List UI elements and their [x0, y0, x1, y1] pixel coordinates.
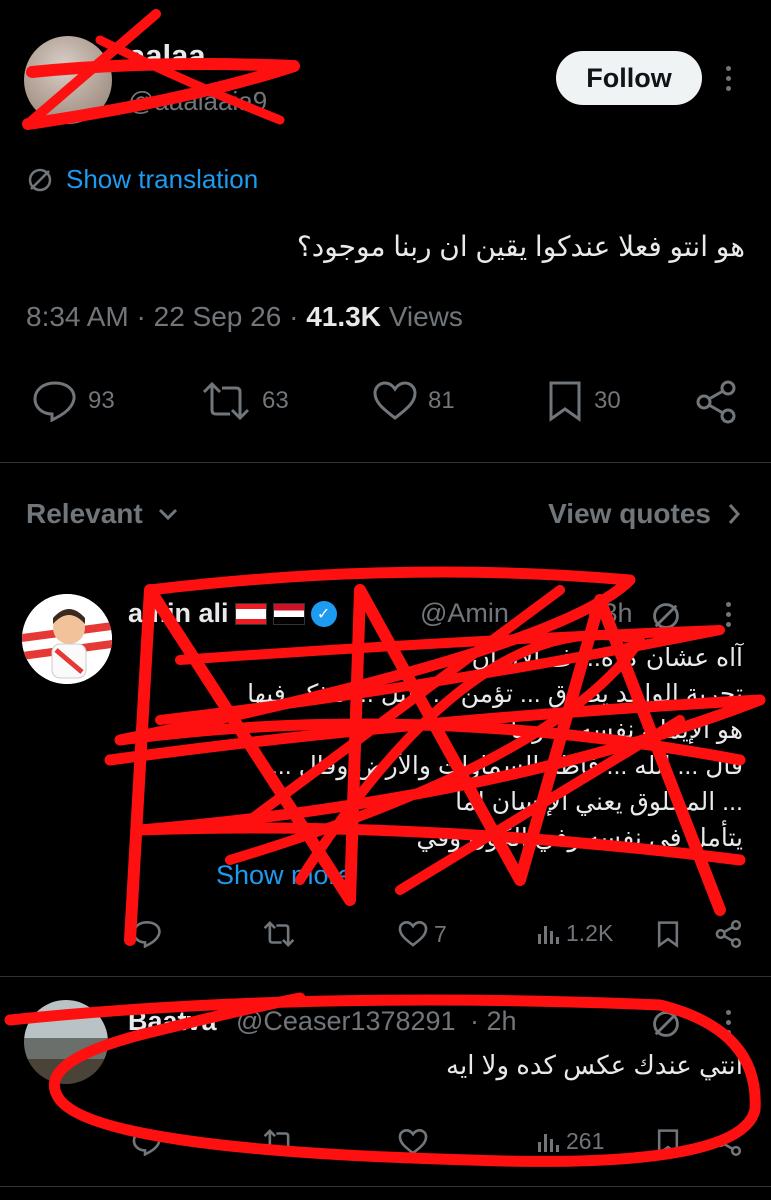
reply-text-line: هو الإيمان نفسه ... ربنا — [510, 716, 743, 744]
views-button[interactable]: 1.2K — [536, 920, 613, 947]
reply-author-handle[interactable]: @Ceaser1378291 — [236, 1006, 456, 1037]
divider — [0, 1186, 771, 1187]
reply-text: انتي عندك عكس كده ولا ايه — [446, 1050, 743, 1080]
translate-icon — [26, 166, 54, 194]
share-icon — [714, 920, 744, 948]
heart-icon — [398, 920, 428, 948]
reply-button[interactable] — [132, 1128, 162, 1156]
views-label: Views — [388, 301, 463, 332]
reply-text-line: قال ... الله ... فاطر السماوات والأرض وق… — [270, 752, 743, 780]
reply-text-line: تجربة الواحد يصدق ... تؤمن ... دليل ... … — [247, 680, 743, 708]
chevron-right-icon — [727, 502, 741, 526]
views-count: 41.3K — [306, 301, 381, 332]
repost-button[interactable] — [262, 920, 296, 948]
bookmark-icon — [546, 380, 584, 422]
reply-icon — [132, 1128, 162, 1156]
reply-text: آاه عشان كده... ف الإيمان تجربة الواحد ي… — [123, 640, 743, 856]
bookmark-button[interactable] — [656, 1128, 680, 1156]
analytics-icon — [536, 922, 560, 946]
like-button[interactable] — [398, 1128, 428, 1156]
share-button[interactable] — [714, 920, 744, 948]
divider — [0, 976, 771, 977]
reply-time[interactable]: · 3h — [586, 598, 633, 629]
reply-time[interactable]: · 2h — [470, 1006, 517, 1037]
reply-count: 93 — [88, 387, 115, 414]
author-display-name[interactable]: aalaa — [128, 38, 206, 74]
divider — [0, 462, 771, 463]
repost-button[interactable]: 63 — [200, 380, 289, 422]
sort-label: Relevant — [26, 498, 143, 529]
reply-button[interactable] — [132, 920, 162, 948]
views-button[interactable]: 261 — [536, 1128, 604, 1155]
flag-icon — [234, 602, 267, 625]
tweet-text: هو انتو فعلا عندكوا يقين ان ربنا موجود؟ — [296, 231, 745, 262]
chevron-down-icon — [157, 507, 179, 521]
views-count: 1.2K — [566, 920, 614, 946]
translate-icon[interactable] — [650, 600, 682, 637]
heart-icon — [372, 380, 418, 422]
tweet-time[interactable]: 8:34 AM — [26, 301, 129, 332]
more-options-icon[interactable] — [723, 66, 733, 91]
reply-button[interactable]: 93 — [32, 380, 115, 422]
show-more-link[interactable]: Show more — [216, 860, 353, 891]
like-button[interactable]: 81 — [372, 380, 455, 422]
repost-icon — [262, 1128, 296, 1156]
sort-relevant-dropdown[interactable]: Relevant — [26, 498, 179, 530]
share-icon — [694, 380, 740, 424]
reply-avatar[interactable] — [22, 594, 112, 684]
like-count: 7 — [434, 920, 447, 947]
reply-author-name[interactable]: amin ali ✓ — [128, 598, 337, 629]
tweet-date[interactable]: 22 Sep 26 — [154, 301, 282, 332]
flag-icon — [272, 602, 305, 625]
reply-icon — [132, 920, 162, 948]
author-avatar[interactable] — [24, 36, 112, 124]
reply-text-line: آاه عشان كده... ف الإيمان — [471, 644, 743, 672]
views-count: 261 — [566, 1128, 605, 1154]
view-quotes-label: View quotes — [548, 498, 711, 529]
analytics-icon — [536, 1130, 560, 1154]
repost-button[interactable] — [262, 1128, 296, 1156]
follow-button[interactable]: Follow — [556, 51, 702, 105]
like-count: 81 — [428, 387, 455, 414]
more-options-icon[interactable] — [723, 1010, 733, 1035]
share-button[interactable] — [694, 380, 740, 424]
share-button[interactable] — [714, 1128, 744, 1156]
more-options-icon[interactable] — [723, 602, 733, 627]
author-handle[interactable]: @aaalaaia9 — [128, 86, 267, 117]
reply-author-name[interactable]: Baatva — [128, 1006, 217, 1037]
reply-author-handle[interactable]: @Amin — [420, 598, 509, 629]
bookmark-icon — [656, 920, 680, 948]
bookmark-button[interactable]: 30 — [546, 380, 621, 422]
verified-badge-icon: ✓ — [310, 600, 337, 627]
view-quotes-link[interactable]: View quotes — [548, 498, 741, 530]
reply-text-line: ... المخلوق يعني الإنسان لما — [455, 788, 743, 816]
share-icon — [714, 1128, 744, 1156]
tweet-meta: 8:34 AM · 22 Sep 26 · 41.3K Views — [26, 301, 463, 332]
show-translation-link[interactable]: Show translation — [26, 164, 258, 195]
repost-count: 63 — [262, 387, 289, 414]
bookmark-button[interactable] — [656, 920, 680, 948]
repost-icon — [262, 920, 296, 948]
reply-icon — [32, 380, 78, 422]
show-translation-label: Show translation — [66, 164, 259, 194]
reply-text-line: يتأمل في نفسه وفي الكون وفي — [416, 824, 743, 852]
reply-avatar[interactable] — [24, 1000, 108, 1084]
heart-icon — [398, 1128, 428, 1156]
bookmark-count: 30 — [594, 387, 621, 414]
translate-icon[interactable] — [650, 1008, 682, 1045]
bookmark-icon — [656, 1128, 680, 1156]
like-button[interactable]: 7 — [398, 920, 447, 948]
repost-icon — [200, 380, 252, 422]
